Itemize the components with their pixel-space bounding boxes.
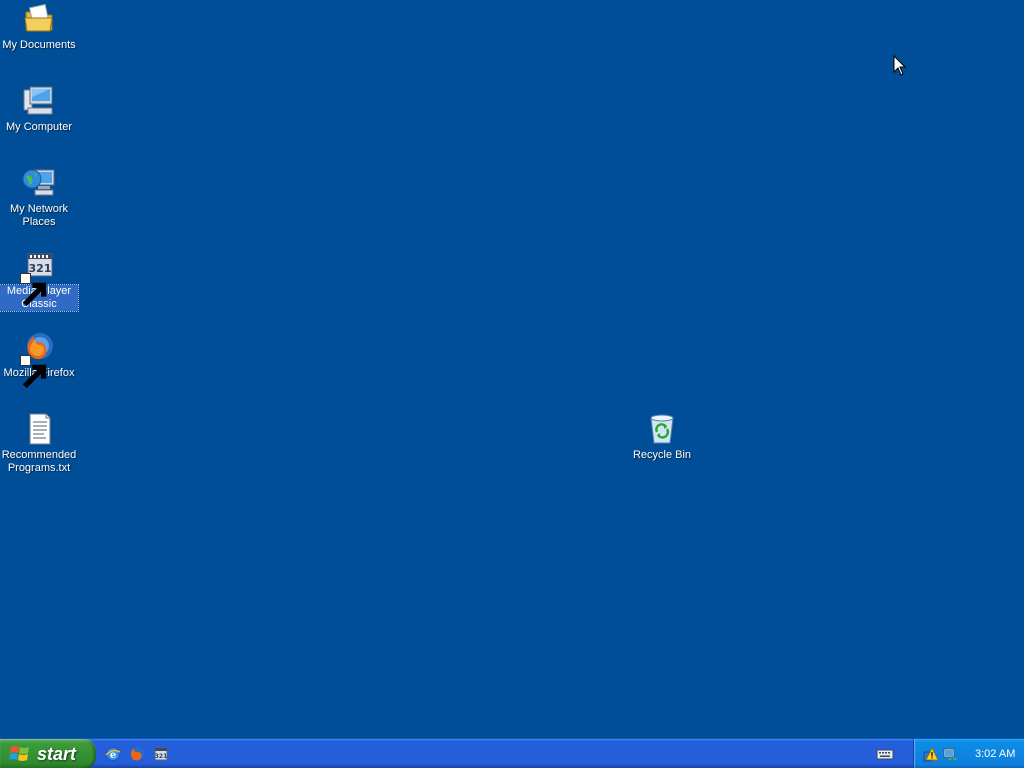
keyboard-icon[interactable] (876, 746, 894, 762)
taskbar: start e 321 3:02 AM (0, 738, 1024, 768)
firefox-icon[interactable] (128, 745, 146, 763)
desktop-icon-label: Recycle Bin (632, 449, 692, 461)
desktop[interactable]: My Documents My Computer My Network Plac… (0, 0, 1024, 738)
clock[interactable]: 3:02 AM (975, 748, 1015, 760)
desktop-icon-recycle-bin[interactable]: Recycle Bin (623, 412, 701, 462)
internet-explorer-icon[interactable]: e (104, 745, 122, 763)
desktop-icon-label: My Network Places (9, 203, 69, 228)
shortcut-arrow-icon (20, 355, 47, 389)
my-computer-icon (22, 84, 56, 118)
network-connection-icon[interactable] (942, 746, 958, 762)
desktop-icon-media-player-classic[interactable]: 321 Media Player Classic (0, 248, 79, 312)
quick-launch-bar: e 321 (104, 743, 170, 765)
desktop-icon-recommended-programs[interactable]: Recommended Programs.txt (0, 412, 78, 475)
desktop-icon-label: Recommended Programs.txt (1, 449, 77, 474)
desktop-icon-mozilla-firefox[interactable]: Mozilla Firefox (0, 330, 78, 389)
desktop-icon-label: My Computer (5, 121, 73, 133)
start-label: start (37, 743, 77, 764)
mouse-cursor-icon (893, 54, 907, 77)
windows-logo-icon (9, 746, 29, 761)
desktop-icon-my-computer[interactable]: My Computer (0, 84, 78, 134)
shortcut-arrow-icon (20, 273, 47, 307)
desktop-icon-label: My Documents (2, 39, 76, 51)
svg-text:321: 321 (155, 753, 168, 760)
recycle-bin-icon (645, 412, 679, 446)
security-warning-icon[interactable] (923, 746, 939, 762)
media-player-classic-icon[interactable]: 321 (152, 745, 170, 763)
firefox-icon (20, 330, 56, 389)
system-tray: 3:02 AM (913, 739, 1024, 768)
desktop-icon-my-network-places[interactable]: My Network Places (0, 166, 78, 229)
media-player-classic-icon: 321 (20, 248, 56, 307)
network-places-icon (22, 166, 56, 200)
text-file-icon (22, 412, 56, 446)
start-button[interactable]: start (0, 739, 96, 768)
my-documents-icon (22, 2, 56, 36)
desktop-icon-my-documents[interactable]: My Documents (0, 2, 78, 52)
